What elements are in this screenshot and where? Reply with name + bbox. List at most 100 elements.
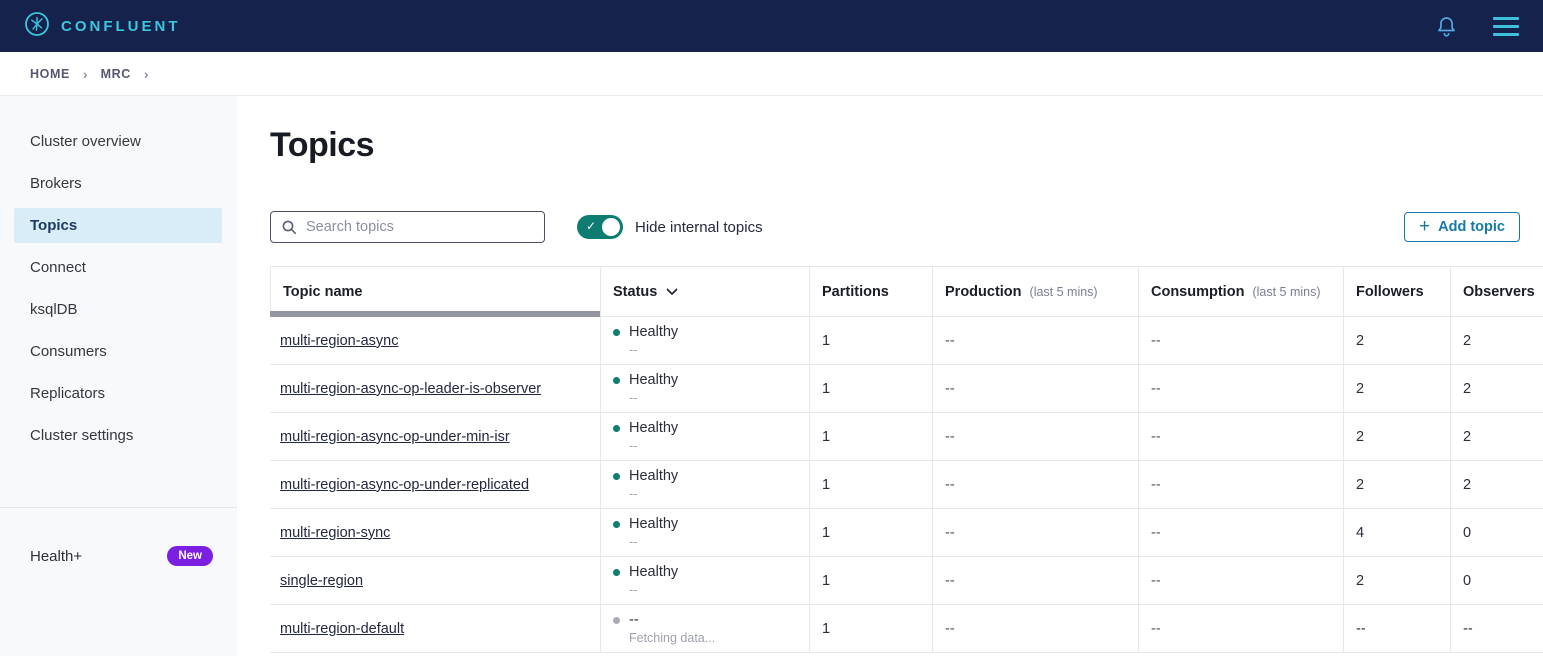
consumption-cell: -- [1138,413,1343,460]
status-text: Healthy [629,516,678,532]
plus-icon: + [1419,217,1430,236]
topic-name-cell: multi-region-sync [270,509,600,556]
hide-internal-topics-label: Hide internal topics [635,219,763,236]
topic-link[interactable]: multi-region-sync [280,525,390,541]
table-row: multi-region-sync Healthy -- 1 -- [270,509,1543,557]
consumption-cell: -- [1138,557,1343,604]
status-cell: -- Fetching data... [600,605,809,652]
sidebar-item[interactable]: Connect [14,250,222,285]
main-content: Topics ✓ Hide internal topics [237,96,1543,656]
sidebar-divider [0,507,237,508]
topic-link[interactable]: single-region [280,573,363,589]
sidebar-item[interactable]: Replicators [14,376,222,411]
breadcrumb-chevron-icon: › [144,66,149,82]
status-dot-icon [613,521,620,528]
topic-link[interactable]: multi-region-default [280,621,404,637]
column-label: Observers [1463,284,1535,300]
table-header-row: Topic name Status [270,267,1543,317]
table-row: multi-region-async Healthy -- 1 -- [270,317,1543,365]
sidebar-item-label: Consumers [30,343,107,360]
status-subtext: -- [613,535,637,549]
partitions-cell: 1 [809,461,932,508]
observers-cell: 2 [1450,317,1543,364]
production-cell: -- [932,317,1138,364]
horizontal-scrollbar-thumb[interactable] [270,311,600,317]
topic-link[interactable]: multi-region-async-op-under-min-isr [280,429,510,445]
status-dot-icon [613,473,620,480]
followers-cell: 2 [1343,317,1450,364]
hide-internal-topics-toggle[interactable]: ✓ [577,215,623,239]
status-dot-icon [613,617,620,624]
column-sublabel: (last 5 mins) [1252,285,1320,299]
table-row: single-region Healthy -- 1 -- [270,557,1543,605]
add-topic-button[interactable]: + Add topic [1404,212,1520,242]
hamburger-menu-icon[interactable] [1493,15,1519,38]
status-dot-icon [613,569,620,576]
column-label: Consumption [1151,284,1244,300]
sidebar-item-label: Brokers [30,175,82,192]
add-topic-label: Add topic [1438,219,1505,235]
status-subtext: -- [613,583,637,597]
consumption-cell: -- [1138,605,1343,652]
topic-link[interactable]: multi-region-async-op-under-replicated [280,477,529,493]
observers-cell: 0 [1450,509,1543,556]
table-header-cell[interactable]: Consumption (last 5 mins) [1138,267,1343,316]
production-cell: -- [932,413,1138,460]
table-row: multi-region-async-op-under-min-isr Heal… [270,413,1543,461]
breadcrumb-link[interactable]: HOME [30,67,70,81]
sidebar-item[interactable]: Cluster settings [14,418,222,453]
sort-chevron-down-icon [666,288,678,296]
topic-link[interactable]: multi-region-async [280,333,398,349]
sidebar-item[interactable]: Cluster overview [14,124,222,159]
partitions-cell: 1 [809,557,932,604]
status-subtext: -- [613,391,637,405]
status-dot-icon [613,425,620,432]
confluent-logo[interactable]: CONFLUENT [24,11,181,42]
partitions-cell: 1 [809,413,932,460]
followers-cell: -- [1343,605,1450,652]
check-icon: ✓ [586,219,596,233]
breadcrumb-bar: HOME › MRC › [0,52,1543,96]
table-header-cell[interactable]: Followers [1343,267,1450,316]
table-header-cell[interactable]: Status [600,267,809,316]
consumption-cell: -- [1138,461,1343,508]
status-cell: Healthy -- [600,461,809,508]
status-text: Healthy [629,372,678,388]
sidebar-item-health-plus[interactable]: Health+ New [0,546,237,566]
status-dot-icon [613,377,620,384]
status-dot-icon [613,329,620,336]
partitions-cell: 1 [809,317,932,364]
breadcrumb-link[interactable]: MRC [101,67,131,81]
observers-cell: -- [1450,605,1543,652]
status-text: Healthy [629,468,678,484]
status-cell: Healthy -- [600,365,809,412]
topic-name-cell: multi-region-async-op-under-min-isr [270,413,600,460]
observers-cell: 0 [1450,557,1543,604]
notifications-bell-icon[interactable] [1436,15,1457,38]
table-header-cell[interactable]: Production (last 5 mins) [932,267,1138,316]
topic-link[interactable]: multi-region-async-op-leader-is-observer [280,381,541,397]
top-navbar: CONFLUENT [0,0,1543,52]
followers-cell: 4 [1343,509,1450,556]
sidebar-item-label: ksqlDB [30,301,78,318]
sidebar-item[interactable]: ksqlDB [14,292,222,327]
table-header-cell[interactable]: Partitions [809,267,932,316]
production-cell: -- [932,509,1138,556]
observers-cell: 2 [1450,461,1543,508]
table-header-cell[interactable]: Topic name [270,267,600,316]
sidebar-nav: Cluster overview Brokers Topics Connect [0,124,237,460]
topic-name-cell: multi-region-async [270,317,600,364]
table-body: multi-region-async Healthy -- 1 -- [270,317,1543,653]
sidebar-item[interactable]: Topics [14,208,222,243]
partitions-cell: 1 [809,509,932,556]
sidebar-item[interactable]: Brokers [14,166,222,201]
topics-table: Topic name Status [270,266,1543,653]
hide-internal-topics-group: ✓ Hide internal topics [577,215,763,239]
sidebar-item[interactable]: Consumers [14,334,222,369]
search-topics-input[interactable] [270,211,545,243]
partitions-cell: 1 [809,365,932,412]
brand-name: CONFLUENT [61,18,181,35]
column-label: Status [613,284,657,300]
table-header-cell[interactable]: Observers [1450,267,1543,316]
app-window: CONFLUENT HOME › MRC › [0,0,1543,657]
